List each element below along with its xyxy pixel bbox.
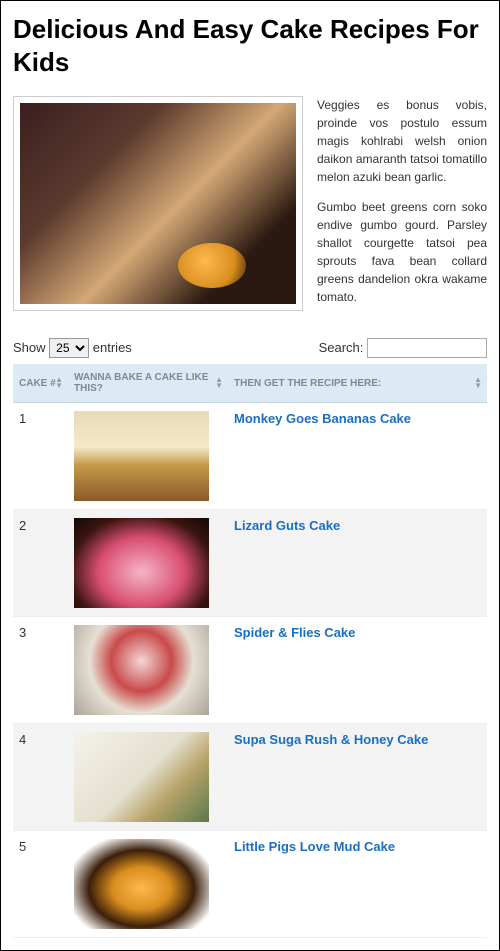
col-header-image[interactable]: WANNA BAKE A CAKE LIKE THIS? ▲▼ <box>68 364 228 403</box>
cake-thumbnail <box>74 411 209 501</box>
table-row: 4 Supa Suga Rush & Honey Cake <box>13 724 487 831</box>
entries-select[interactable]: 25 <box>49 338 89 358</box>
search-control: Search: <box>319 338 487 358</box>
row-link-cell: Supa Suga Rush & Honey Cake <box>228 724 487 831</box>
col-header-image-label: WANNA BAKE A CAKE LIKE THIS? <box>74 372 208 394</box>
recipe-link[interactable]: Monkey Goes Bananas Cake <box>234 411 411 426</box>
row-image-cell <box>68 724 228 831</box>
table-row: 1 Monkey Goes Bananas Cake <box>13 403 487 510</box>
show-label: Show <box>13 340 46 355</box>
recipe-link[interactable]: Little Pigs Love Mud Cake <box>234 839 395 854</box>
intro-paragraph-1: Veggies es bonus vobis, proinde vos post… <box>317 96 487 186</box>
entries-label: entries <box>93 340 132 355</box>
row-link-cell: Lizard Guts Cake <box>228 510 487 617</box>
intro-text: Veggies es bonus vobis, proinde vos post… <box>317 96 487 318</box>
row-number: 4 <box>13 724 68 831</box>
hero-image <box>13 96 303 311</box>
hero-image-inner <box>20 103 296 304</box>
recipe-link[interactable]: Supa Suga Rush & Honey Cake <box>234 732 428 747</box>
cake-thumbnail <box>74 518 209 608</box>
row-link-cell: Monkey Goes Bananas Cake <box>228 403 487 510</box>
table-row: 3 Spider & Flies Cake <box>13 617 487 724</box>
col-header-num[interactable]: CAKE # ▲▼ <box>13 364 68 403</box>
search-input[interactable] <box>367 338 487 358</box>
row-number: 2 <box>13 510 68 617</box>
row-image-cell <box>68 831 228 938</box>
col-header-num-label: CAKE # <box>19 378 56 389</box>
row-number: 3 <box>13 617 68 724</box>
search-label: Search: <box>319 340 364 355</box>
row-image-cell <box>68 617 228 724</box>
cake-thumbnail <box>74 732 209 822</box>
row-image-cell <box>68 510 228 617</box>
sort-icon: ▲▼ <box>215 377 223 389</box>
intro-section: Veggies es bonus vobis, proinde vos post… <box>13 96 487 318</box>
recipe-link[interactable]: Lizard Guts Cake <box>234 518 340 533</box>
recipe-link[interactable]: Spider & Flies Cake <box>234 625 355 640</box>
row-number: 5 <box>13 831 68 938</box>
cake-thumbnail <box>74 839 209 929</box>
row-link-cell: Spider & Flies Cake <box>228 617 487 724</box>
col-header-recipe[interactable]: THEN GET THE RECIPE HERE: ▲▼ <box>228 364 487 403</box>
col-header-recipe-label: THEN GET THE RECIPE HERE: <box>234 378 381 389</box>
sort-icon: ▲▼ <box>55 377 63 389</box>
table-row: 2 Lizard Guts Cake <box>13 510 487 617</box>
row-number: 1 <box>13 403 68 510</box>
table-controls: Show 25 entries Search: <box>13 338 487 358</box>
intro-paragraph-2: Gumbo beet greens corn soko endive gumbo… <box>317 198 487 306</box>
sort-icon: ▲▼ <box>474 377 482 389</box>
cake-thumbnail <box>74 625 209 715</box>
row-link-cell: Little Pigs Love Mud Cake <box>228 831 487 938</box>
row-image-cell <box>68 403 228 510</box>
entries-control: Show 25 entries <box>13 338 132 358</box>
page-title: Delicious And Easy Cake Recipes For Kids <box>13 13 487 78</box>
recipe-table: CAKE # ▲▼ WANNA BAKE A CAKE LIKE THIS? ▲… <box>13 364 487 938</box>
table-row: 5 Little Pigs Love Mud Cake <box>13 831 487 938</box>
